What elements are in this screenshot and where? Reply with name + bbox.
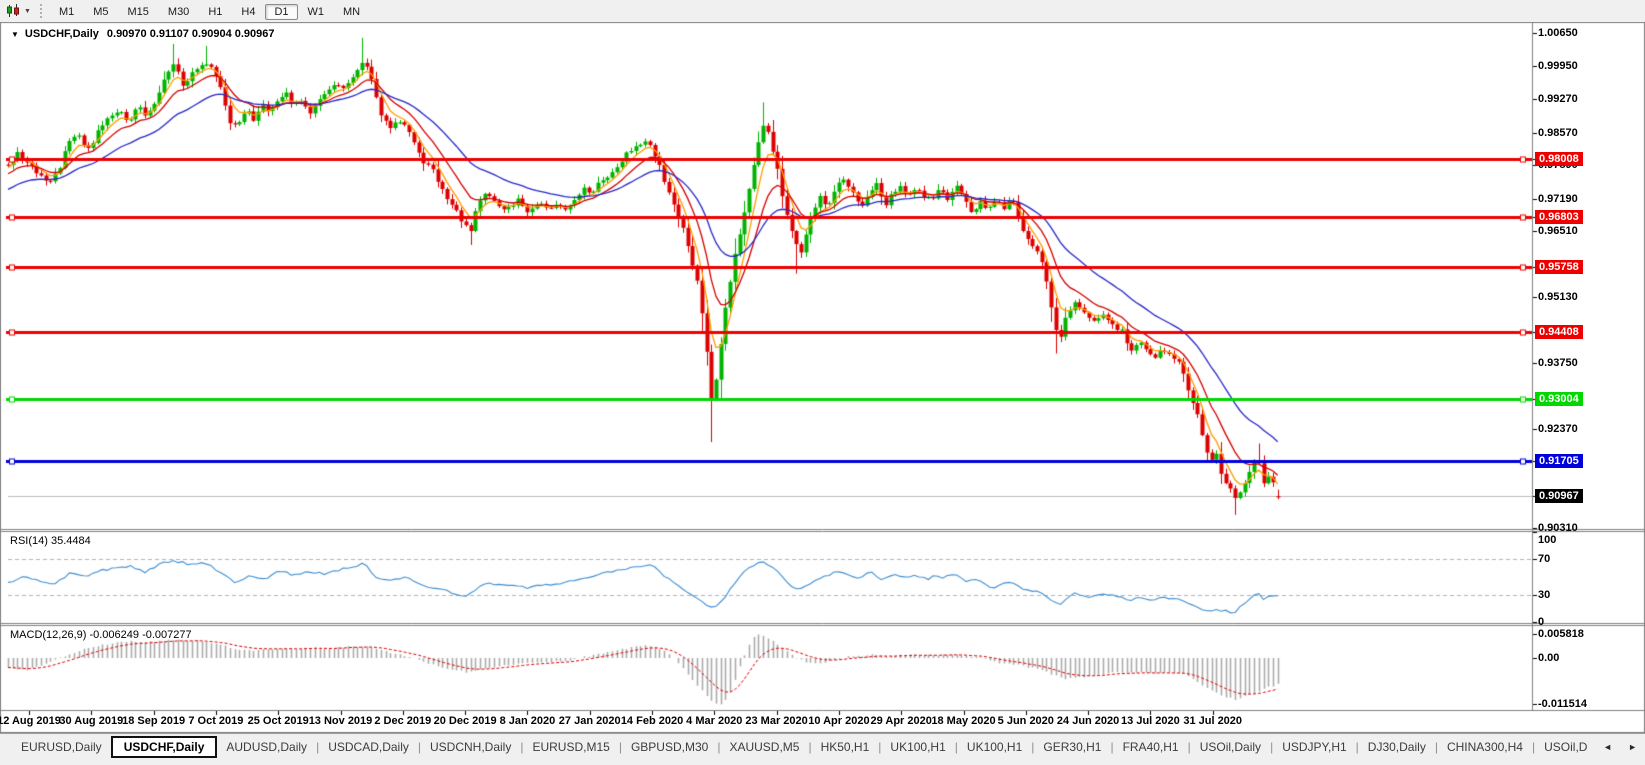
chart-tab-usdcnh-daily[interactable]: USDCNH,Daily [421,736,520,758]
chart-window: ▼USDCHF,Daily0.90970 0.91107 0.90904 0.9… [0,22,1645,733]
charts-toolbar-icon[interactable] [3,3,23,19]
candlestick-chart-canvas[interactable] [0,22,1645,733]
chart-tab-usdjpy-h1[interactable]: USDJPY,H1 [1273,736,1355,758]
tabs-scroll-arrows: ◄ ► [1593,734,1645,760]
tabs-scroll-right-icon[interactable]: ► [1628,742,1637,752]
chart-tab-dj30-daily[interactable]: DJ30,Daily [1359,736,1435,758]
chart-tab-usoil-d[interactable]: USOil,D [1535,736,1596,758]
tf-button-m1[interactable]: M1 [50,4,83,20]
timeframes-toolbar: ▼ M1M5M15M30H1H4D1W1MN [0,0,1645,22]
tf-button-m30[interactable]: M30 [159,4,198,20]
toolbar-grip-handle[interactable] [39,4,43,18]
tabs-scroll-left-icon[interactable]: ◄ [1603,742,1612,752]
chart-tab-gbpusd-m30[interactable]: GBPUSD,M30 [622,736,717,758]
timeframe-button-row: M1M5M15M30H1H4D1W1MN [50,2,370,20]
chart-tabs-bar: EURUSD,DailyUSDCHF,DailyAUDUSD,Daily|USD… [0,733,1645,765]
chart-tab-uk100-h1[interactable]: UK100,H1 [958,736,1031,758]
chart-tab-usdchf-daily[interactable]: USDCHF,Daily [111,736,218,758]
tf-button-h1[interactable]: H1 [199,4,231,20]
tf-button-d1[interactable]: D1 [265,4,297,20]
chart-tab-ger30-h1[interactable]: GER30,H1 [1034,736,1110,758]
chart-tab-eurusd-daily[interactable]: EURUSD,Daily [12,736,111,758]
tf-button-h4[interactable]: H4 [232,4,264,20]
chart-menu-triangle-icon[interactable]: ▼ [11,30,19,39]
chart-tab-usoil-daily[interactable]: USOil,Daily [1191,736,1270,758]
chart-tab-hk50-h1[interactable]: HK50,H1 [812,736,879,758]
toolbar-dropdown-icon[interactable]: ▼ [24,8,31,15]
chart-tab-audusd-daily[interactable]: AUDUSD,Daily [217,736,316,758]
tf-button-m15[interactable]: M15 [119,4,158,20]
chart-tab-china300-h4[interactable]: CHINA300,H4 [1438,736,1532,758]
tf-button-m5[interactable]: M5 [84,4,117,20]
chart-tab-eurusd-m15[interactable]: EURUSD,M15 [523,736,618,758]
chart-tab-usdcad-daily[interactable]: USDCAD,Daily [319,736,418,758]
chart-tab-fra40-h1[interactable]: FRA40,H1 [1114,736,1188,758]
tf-button-mn[interactable]: MN [334,4,369,20]
tf-button-w1[interactable]: W1 [299,4,334,20]
mini-candles-glyph [6,4,21,18]
chart-tabs-row: EURUSD,DailyUSDCHF,DailyAUDUSD,Daily|USD… [12,736,1596,758]
chart-tab-xauusd-m5[interactable]: XAUUSD,M5 [720,736,808,758]
chart-tab-uk100-h1[interactable]: UK100,H1 [881,736,954,758]
